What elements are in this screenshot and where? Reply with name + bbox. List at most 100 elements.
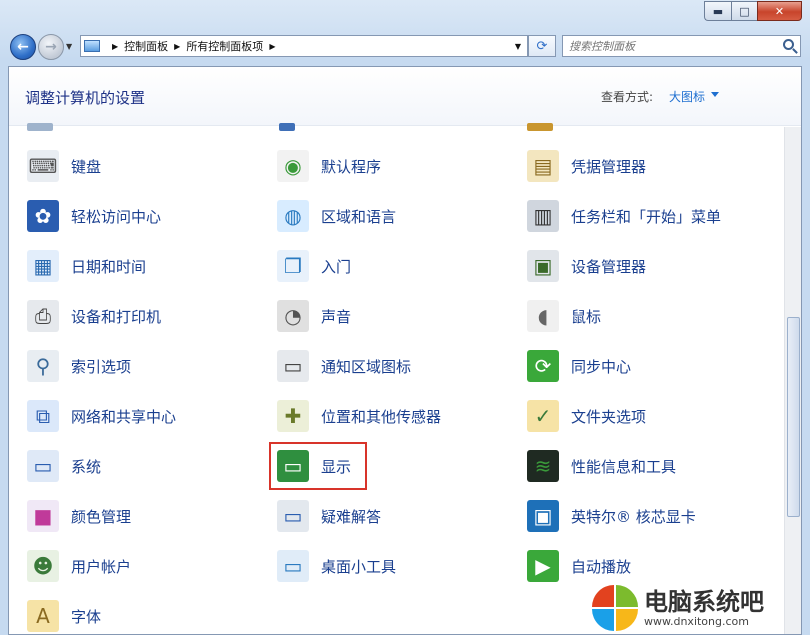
- cpl-item-label: 自动播放: [571, 557, 632, 576]
- maximize-button[interactable]: □: [731, 1, 757, 21]
- forward-button[interactable]: →: [38, 34, 64, 60]
- cpl-item[interactable]: ✓ 文件夹选项: [527, 400, 646, 432]
- cpl-item-label: 桌面小工具: [321, 557, 397, 576]
- watermark: 电脑系统吧 www.dnxitong.com: [592, 582, 808, 634]
- search-icon[interactable]: [783, 39, 794, 50]
- performance-icon: ≋: [527, 450, 559, 482]
- address-bar[interactable]: ▶ 控制面板 ▶ 所有控制面板项 ▶ ▼: [80, 35, 528, 57]
- refresh-button[interactable]: ⟳: [528, 35, 556, 57]
- recent-pages-dropdown[interactable]: ▼: [66, 42, 72, 51]
- cpl-item-label: 键盘: [71, 157, 102, 176]
- cpl-item-label: 通知区域图标: [321, 357, 412, 376]
- cpl-item[interactable]: A 字体: [27, 600, 101, 632]
- view-by-label: 查看方式:: [601, 90, 654, 104]
- vertical-scrollbar[interactable]: [784, 127, 801, 634]
- cpl-item[interactable]: ⚲ 索引选项: [27, 350, 131, 382]
- partial-row-icon: [527, 123, 553, 131]
- chevron-right-icon[interactable]: ▶: [174, 42, 180, 51]
- cpl-item-label: 声音: [321, 307, 352, 326]
- cpl-item[interactable]: ❐ 入门: [277, 250, 351, 282]
- cpl-item-label: 鼠标: [571, 307, 602, 326]
- cpl-item[interactable]: ■ 颜色管理: [27, 500, 131, 532]
- indexing-options-icon: ⚲: [27, 350, 59, 382]
- cpl-item[interactable]: ▦ 日期和时间: [27, 250, 146, 282]
- chevron-down-icon[interactable]: ▼: [515, 42, 521, 51]
- sound-icon: ◔: [277, 300, 309, 332]
- cpl-item-label: 默认程序: [321, 157, 382, 176]
- location-sensors-icon: ✚: [277, 400, 309, 432]
- cpl-item[interactable]: ▤ 凭据管理器: [527, 150, 646, 182]
- cpl-item[interactable]: ⟳ 同步中心: [527, 350, 631, 382]
- cpl-item-label: 位置和其他传感器: [321, 407, 442, 426]
- cpl-item[interactable]: ▭ 疑难解答: [277, 500, 381, 532]
- close-button[interactable]: ✕: [757, 1, 802, 21]
- cpl-item-label: 文件夹选项: [571, 407, 647, 426]
- cpl-item[interactable]: ◖ 鼠标: [527, 300, 601, 332]
- breadcrumb-control-panel[interactable]: 控制面板: [124, 38, 168, 54]
- fonts-icon: A: [27, 600, 59, 632]
- cpl-item-label: 性能信息和工具: [571, 457, 677, 476]
- autoplay-icon: ▶: [527, 550, 559, 582]
- cpl-item[interactable]: ✿ 轻松访问中心: [27, 200, 161, 232]
- cpl-item-label: 英特尔® 核芯显卡: [571, 507, 696, 526]
- date-time-icon: ▦: [27, 250, 59, 282]
- search-box[interactable]: [562, 35, 801, 57]
- watermark-url: www.dnxitong.com: [644, 614, 749, 628]
- cpl-item-label: 索引选项: [71, 357, 132, 376]
- chevron-right-icon[interactable]: ▶: [269, 42, 275, 51]
- cpl-item-label: 凭据管理器: [571, 157, 647, 176]
- cpl-item[interactable]: ▶ 自动播放: [527, 550, 631, 582]
- cpl-item[interactable]: ✚ 位置和其他传感器: [277, 400, 441, 432]
- control-panel-icon: [84, 40, 100, 52]
- troubleshooting-icon: ▭: [277, 500, 309, 532]
- system-icon: ▭: [27, 450, 59, 482]
- cpl-item-label: 设备管理器: [571, 257, 647, 276]
- partial-row-icon: [279, 123, 295, 131]
- intel-graphics-icon: ▣: [527, 500, 559, 532]
- pane-header: 调整计算机的设置 查看方式: 大图标: [9, 67, 801, 126]
- cpl-item-label: 轻松访问中心: [71, 207, 162, 226]
- color-management-icon: ■: [27, 500, 59, 532]
- back-button[interactable]: ←: [10, 34, 36, 60]
- window-frame: ▬ □ ✕ ← → ▼ ▶ 控制面板 ▶ 所有控制面板项 ▶ ▼ ⟳ 调整计算机…: [0, 0, 810, 635]
- keyboard-icon: ⌨: [27, 150, 59, 182]
- chevron-right-icon[interactable]: ▶: [112, 42, 118, 51]
- cpl-item[interactable]: ⌨ 键盘: [27, 150, 101, 182]
- highlight-box: [269, 442, 367, 490]
- cpl-item[interactable]: ▣ 英特尔® 核芯显卡: [527, 500, 696, 532]
- cpl-item[interactable]: ▭ 通知区域图标: [277, 350, 411, 382]
- cpl-item[interactable]: ▣ 设备管理器: [527, 250, 646, 282]
- taskbar-start-menu-icon: ▥: [527, 200, 559, 232]
- arrow-right-icon: →: [45, 39, 57, 55]
- user-accounts-icon: ☻: [27, 550, 59, 582]
- refresh-icon: ⟳: [536, 38, 548, 54]
- device-manager-icon: ▣: [527, 250, 559, 282]
- minimize-button[interactable]: ▬: [704, 1, 731, 21]
- cpl-item-label: 网络和共享中心: [71, 407, 177, 426]
- cpl-item-label: 疑难解答: [321, 507, 382, 526]
- cpl-item[interactable]: ⎙ 设备和打印机: [27, 300, 161, 332]
- caption-buttons: ▬ □ ✕: [704, 1, 802, 21]
- cpl-item-label: 字体: [71, 607, 102, 626]
- cpl-item-label: 入门: [321, 257, 352, 276]
- cpl-item[interactable]: ▥ 任务栏和「开始」菜单: [527, 200, 721, 232]
- search-input[interactable]: [569, 39, 774, 53]
- cpl-item-label: 系统: [71, 457, 102, 476]
- cpl-item-label: 同步中心: [571, 357, 632, 376]
- cpl-item[interactable]: ▭ 桌面小工具: [277, 550, 396, 582]
- scrollbar-thumb[interactable]: [787, 317, 800, 517]
- view-by-dropdown[interactable]: 大图标: [669, 88, 705, 105]
- caret-down-icon[interactable]: [711, 92, 719, 97]
- sync-center-icon: ⟳: [527, 350, 559, 382]
- breadcrumb-all-items[interactable]: 所有控制面板项: [186, 38, 263, 54]
- cpl-item[interactable]: ◍ 区域和语言: [277, 200, 396, 232]
- cpl-item[interactable]: ◉ 默认程序: [277, 150, 381, 182]
- cpl-item[interactable]: ◔ 声音: [277, 300, 351, 332]
- desktop-gadgets-icon: ▭: [277, 550, 309, 582]
- cpl-item[interactable]: ☻ 用户帐户: [27, 550, 131, 582]
- cpl-item[interactable]: ▭ 系统: [27, 450, 101, 482]
- cpl-item[interactable]: ⧉ 网络和共享中心: [27, 400, 176, 432]
- cpl-item[interactable]: ≋ 性能信息和工具: [527, 450, 676, 482]
- mouse-icon: ◖: [527, 300, 559, 332]
- page-title: 调整计算机的设置: [25, 89, 146, 107]
